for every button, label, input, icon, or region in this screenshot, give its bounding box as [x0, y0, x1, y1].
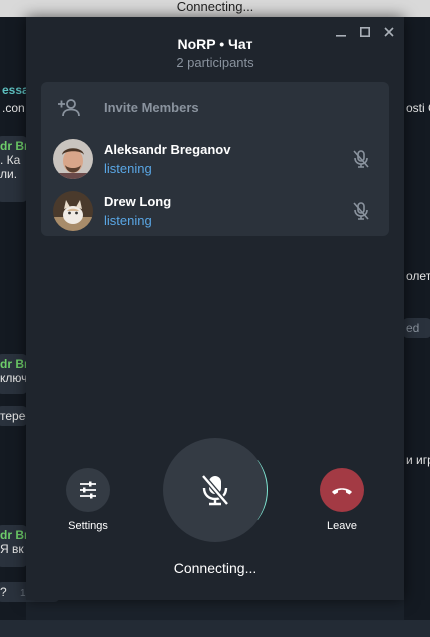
invite-members-row[interactable]: Invite Members: [41, 82, 389, 134]
invite-members-label: Invite Members: [104, 100, 199, 115]
avatar: [53, 191, 93, 231]
background-title-bar: Connecting...: [0, 0, 430, 17]
bg-snippet: .con: [2, 101, 25, 115]
leave-control: Leave: [310, 468, 374, 532]
bg-message-bubble: dr Br ключ: [0, 354, 28, 394]
background-input-bar: [0, 620, 430, 637]
background-title-text: Connecting...: [176, 0, 254, 14]
settings-button[interactable]: [66, 468, 110, 512]
bg-snippet: osti C: [406, 101, 430, 115]
bg-message-bubble: dr Br Я вк: [0, 525, 28, 567]
avatar: [53, 139, 93, 179]
bg-snippet: ed: [402, 318, 430, 338]
chat-title: NoRP • Чат: [177, 36, 253, 52]
muted-microphone-icon: [201, 474, 229, 506]
muted-mic-icon: [353, 202, 369, 220]
connection-status: Connecting...: [173, 560, 257, 576]
muted-mic-icon: [353, 150, 369, 168]
hang-up-phone-icon: [332, 488, 352, 495]
bg-snippet: essag: [2, 83, 28, 97]
participant-row[interactable]: Aleksandr Breganov listening: [41, 134, 389, 186]
leave-label: Leave: [327, 520, 357, 532]
settings-label: Settings: [68, 520, 108, 532]
participants-panel: Invite Members Aleksandr Breganov listen…: [41, 82, 389, 236]
bg-snippet: олета: [406, 269, 430, 283]
settings-control: Settings: [56, 468, 120, 532]
leave-button[interactable]: [320, 468, 364, 512]
participant-status: listening: [104, 161, 152, 176]
participant-row[interactable]: Drew Long listening: [41, 186, 389, 238]
bg-message-bubble: терес: [0, 406, 28, 426]
bg-snippet: и игр: [406, 453, 430, 467]
add-user-icon: [58, 99, 80, 117]
voice-chat-window: NoRP • Чат 2 participants Invite Members: [26, 17, 404, 600]
participant-status: listening: [104, 213, 152, 228]
bg-message-bubble: dr Br . Ка ли.: [0, 136, 28, 202]
settings-sliders-icon: [80, 481, 96, 499]
participant-name: Aleksandr Breganov: [104, 142, 231, 157]
microphone-toggle-button[interactable]: [163, 438, 267, 542]
participant-name: Drew Long: [104, 194, 172, 209]
participant-count: 2 participants: [176, 55, 254, 70]
